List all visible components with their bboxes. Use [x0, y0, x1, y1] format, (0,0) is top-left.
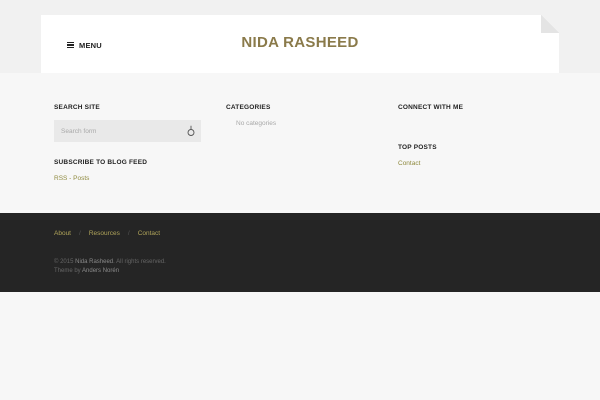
search-input[interactable] [54, 120, 179, 142]
theme-author-link[interactable]: Anders Norén [82, 268, 119, 274]
site-footer: About / Resources / Contact © 2015 Nida … [0, 213, 600, 292]
page-bottom-area [0, 292, 600, 400]
search-icon[interactable] [186, 125, 196, 137]
footer-link-resources[interactable]: Resources [89, 230, 120, 237]
copyright-name-link[interactable]: Nida Rasheed [75, 259, 113, 265]
top-posts-contact-link[interactable]: Contact [398, 160, 420, 167]
categories-widget-title: CATEGORIES [226, 104, 271, 111]
header-panel: MENU NIDA RASHEED [41, 15, 559, 73]
no-categories-text: No categories [236, 120, 277, 127]
footer-link-contact[interactable]: Contact [138, 230, 160, 237]
rss-posts-link[interactable]: RSS - Posts [54, 175, 89, 182]
theme-credit-line: Theme by Anders Norén [54, 268, 119, 274]
footer-nav: About / Resources / Contact [54, 230, 160, 237]
theme-prefix: Theme by [54, 268, 81, 274]
corner-fold-decoration [541, 15, 559, 33]
footer-link-about[interactable]: About [54, 230, 71, 237]
subscribe-widget-title: SUBSCRIBE TO BLOG FEED [54, 159, 148, 166]
site-title[interactable]: NIDA RASHEED [41, 34, 559, 51]
connect-widget-title: CONNECT WITH ME [398, 104, 464, 111]
search-form [54, 120, 201, 142]
top-posts-widget-title: TOP POSTS [398, 144, 437, 151]
copyright-suffix: . All rights reserved. [113, 259, 166, 265]
copyright-prefix: © 2015 [54, 259, 74, 265]
footer-separator: / [79, 230, 81, 237]
site-header: MENU NIDA RASHEED [0, 0, 600, 73]
footer-separator: / [127, 230, 130, 237]
search-widget-title: SEARCH SITE [54, 104, 100, 111]
widget-area: SEARCH SITE SUBSCRIBE TO BLOG FEED RSS -… [0, 73, 600, 213]
copyright-line: © 2015 Nida Rasheed. All rights reserved… [54, 259, 166, 265]
